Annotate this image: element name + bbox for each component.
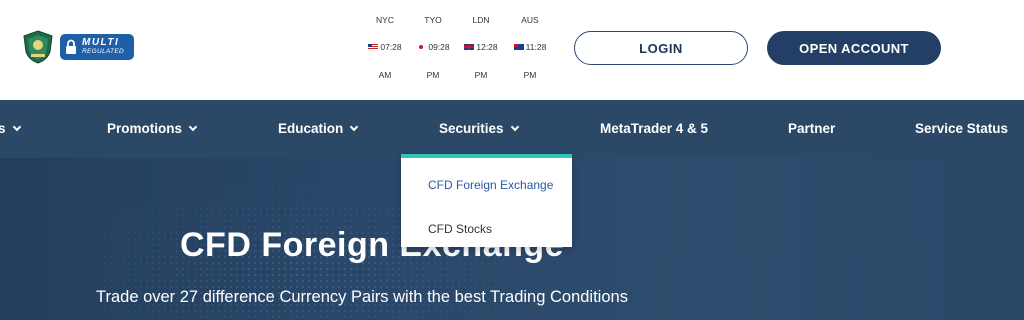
nav-item-truncated[interactable]: s bbox=[0, 100, 21, 158]
chevron-down-icon bbox=[188, 122, 198, 132]
open-account-button[interactable]: OPEN ACCOUNT bbox=[767, 31, 941, 65]
nav-item-label: Partner bbox=[788, 121, 836, 136]
clock-ampm: PM bbox=[474, 70, 488, 80]
chevron-down-icon bbox=[510, 122, 519, 132]
clock-ldn: LDN 12:28 PM bbox=[454, 14, 508, 81]
top-header: MULTI REGULATED NYC 07:28 AM TYO 09:28 P… bbox=[0, 0, 1024, 100]
nav-item-label: Education bbox=[278, 121, 344, 136]
clock-ampm: AM bbox=[378, 70, 392, 80]
uk-flag-icon bbox=[464, 43, 475, 50]
login-button[interactable]: LOGIN bbox=[574, 31, 748, 65]
nav-item-service-status[interactable]: Service Status bbox=[915, 100, 1008, 158]
lock-icon bbox=[66, 39, 76, 54]
nav-item-metatrader[interactable]: MetaTrader 4 & 5 bbox=[600, 100, 708, 158]
hero-subtitle: Trade over 27 difference Currency Pairs … bbox=[96, 288, 628, 306]
clock-ampm: PM bbox=[523, 70, 537, 80]
dropdown-item-cfd-foreign-exchange[interactable]: CFD Foreign Exchange bbox=[428, 178, 553, 192]
clock-ampm: PM bbox=[426, 70, 440, 80]
us-flag-icon bbox=[368, 43, 379, 50]
clock-city: NYC bbox=[376, 15, 394, 25]
clock-city: AUS bbox=[521, 15, 539, 25]
nav-item-label: MetaTrader 4 & 5 bbox=[600, 121, 709, 136]
securities-dropdown: CFD Foreign Exchange CFD Stocks bbox=[401, 154, 572, 247]
nav-item-education[interactable]: Education bbox=[278, 100, 359, 158]
badge-line-1: MULTI bbox=[82, 37, 120, 48]
chevron-down-icon bbox=[12, 122, 21, 132]
au-flag-icon bbox=[513, 43, 524, 50]
nav-item-label: s bbox=[0, 121, 6, 136]
main-nav: s Promotions Education Securities MetaTr… bbox=[0, 100, 1024, 158]
jp-flag-icon bbox=[416, 43, 427, 50]
chevron-down-icon bbox=[350, 122, 359, 132]
nav-item-partner[interactable]: Partner bbox=[788, 100, 835, 158]
nav-item-label: Promotions bbox=[107, 121, 183, 136]
clock-aus: AUS 11:28 PM bbox=[503, 14, 557, 81]
clock-time: 09:28 bbox=[428, 42, 450, 52]
clock-time: 11:28 bbox=[525, 42, 547, 52]
nav-item-promotions[interactable]: Promotions bbox=[107, 100, 198, 158]
clock-time: 07:28 bbox=[380, 42, 402, 52]
dropdown-item-cfd-stocks[interactable]: CFD Stocks bbox=[428, 222, 492, 236]
nav-item-label: Service Status bbox=[915, 121, 1009, 136]
shield-logo-icon bbox=[23, 30, 53, 64]
clock-time: 12:28 bbox=[476, 42, 498, 52]
badge-line-2: REGULATED bbox=[82, 48, 124, 55]
clock-tyo: TYO 09:28 PM bbox=[406, 14, 460, 81]
clock-nyc: NYC 07:28 AM bbox=[358, 14, 412, 81]
clock-city: TYO bbox=[424, 15, 442, 25]
multi-regulated-badge: MULTI REGULATED bbox=[60, 34, 134, 60]
nav-item-label: Securities bbox=[439, 121, 504, 136]
logo[interactable]: MULTI REGULATED bbox=[22, 30, 134, 64]
clock-city: LDN bbox=[472, 15, 490, 25]
nav-item-securities[interactable]: Securities bbox=[439, 100, 519, 158]
